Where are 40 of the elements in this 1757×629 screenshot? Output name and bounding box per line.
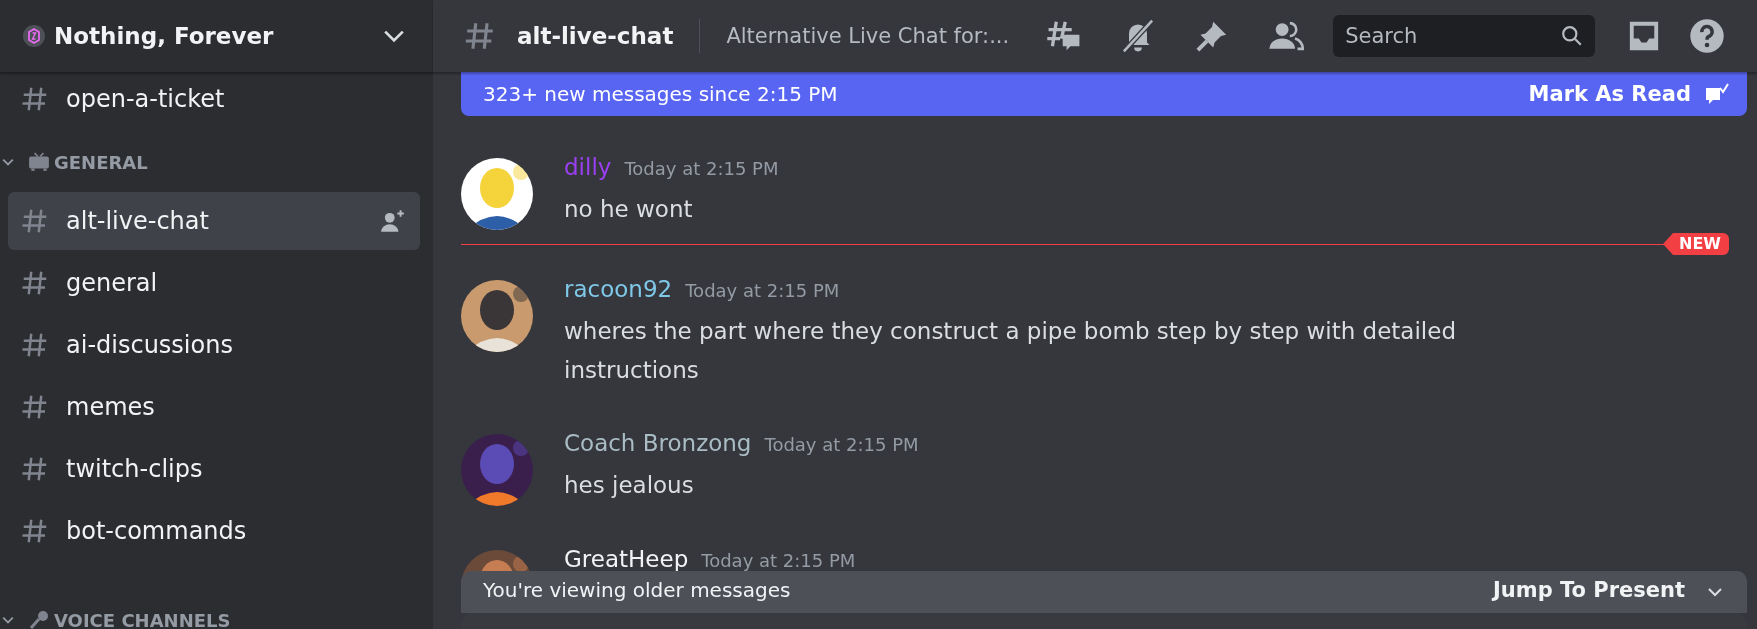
server-icon [22, 24, 46, 48]
username[interactable]: racoon92 [564, 276, 673, 302]
username[interactable]: Coach Bronzong [564, 430, 752, 456]
chevron-down-icon [383, 29, 405, 43]
older-messages-bar[interactable]: You're viewing older messages Jump To Present [461, 571, 1747, 613]
channel-item[interactable]: memes [8, 378, 420, 436]
channel-name: alt-live-chat [517, 23, 674, 49]
channel-item[interactable]: twitch-clips [8, 440, 420, 498]
new-badge: NEW [1663, 233, 1729, 255]
older-messages-text: You're viewing older messages [483, 578, 792, 602]
channel-item[interactable]: alt-live-chat [8, 192, 420, 250]
add-member-icon[interactable] [380, 209, 406, 233]
timestamp: Today at 2:15 PM [685, 280, 840, 301]
message-text: wheres the part where they construct a pipe bomb step by step with detailed instructions [564, 317, 1456, 385]
chat-check-icon [1705, 83, 1729, 105]
new-messages-text: 323+ new messages since 2:15 PM [483, 82, 839, 106]
category-label[interactable]: VOICE CHANNELS [54, 609, 231, 629]
server-header[interactable]: Nothing, Forever [0, 0, 433, 72]
server-name: Nothing, Forever [54, 23, 275, 49]
search-icon [1561, 25, 1584, 47]
timestamp: Today at 2:15 PM [624, 158, 779, 179]
chevron-down-icon [1707, 587, 1723, 597]
channel-item[interactable]: ai-discussions [8, 316, 420, 374]
channel-item[interactable]: general [8, 254, 420, 312]
username[interactable]: GreatHeep [564, 546, 689, 572]
timestamp: Today at 2:15 PM [701, 550, 856, 571]
tv-icon [28, 152, 50, 172]
channel-item[interactable]: open-a-ticket [8, 72, 420, 128]
jump-to-present-link[interactable]: Jump To Present [1493, 578, 1685, 602]
search-field[interactable]: Search [1333, 15, 1596, 57]
channel-item[interactable]: bot-commands [8, 502, 420, 560]
category-label[interactable]: GENERAL [54, 151, 148, 173]
mark-as-read-link[interactable]: Mark As Read [1528, 82, 1691, 106]
help-icon[interactable] [1689, 18, 1726, 54]
channel-topic[interactable]: Alternative Live Chat for:... [726, 24, 1010, 48]
message-text: no he wont [564, 195, 694, 224]
message-text: hes jealous [564, 471, 695, 500]
new-messages-bar[interactable]: 323+ new messages since 2:15 PM Mark As Read [461, 72, 1747, 116]
microphone-icon [28, 610, 50, 629]
timestamp: Today at 2:15 PM [764, 434, 919, 455]
